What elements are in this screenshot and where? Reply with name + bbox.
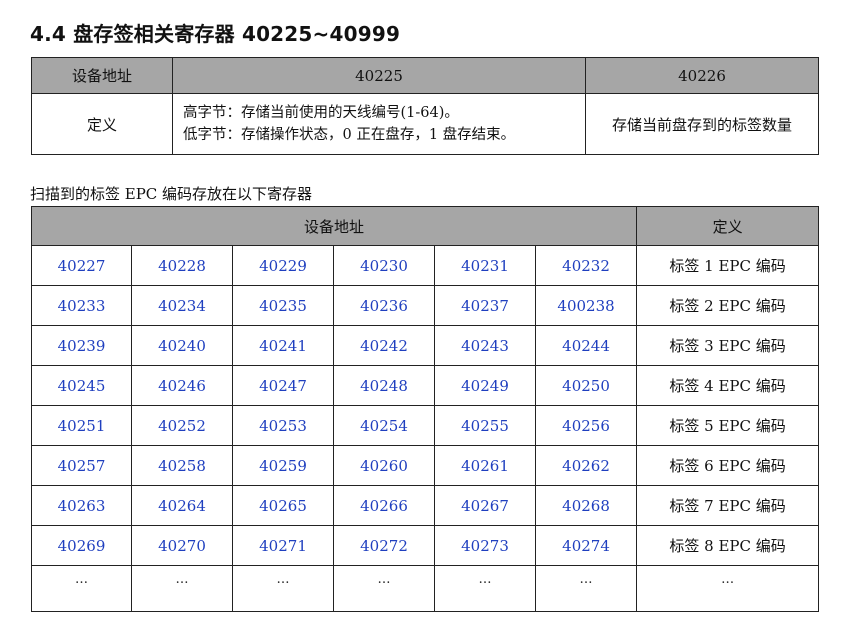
register-address-cell: 40227 bbox=[31, 245, 132, 286]
table-row: 40251 40252 40253 40254 40255 40256 标签 5 EPC 编… bbox=[31, 405, 820, 446]
register-address-cell: 40259 bbox=[232, 445, 334, 486]
register-address-cell: 40245 bbox=[31, 365, 132, 406]
table-row: 40245 40246 40247 40248 40249 40250 标签 4 EPC 编… bbox=[31, 365, 820, 406]
table1-row: 定义 高字节：存储当前使用的天线编号(1-64)。 低字节：存储操作状态，0 正… bbox=[31, 93, 819, 155]
register-address-cell: 400238 bbox=[534, 285, 638, 326]
register-address-cell: 40244 bbox=[534, 325, 638, 366]
register-definition-cell: 标签 5 EPC 编码 bbox=[636, 405, 820, 446]
register-address-cell: … bbox=[232, 565, 334, 612]
register-address-cell: 40271 bbox=[232, 525, 334, 566]
register-address-cell: 40247 bbox=[232, 365, 334, 406]
register-address-cell: 40240 bbox=[131, 325, 233, 366]
register-address-cell: 40241 bbox=[232, 325, 334, 366]
register-address-cell: 40270 bbox=[131, 525, 233, 566]
table-row: 40239 40240 40241 40242 40243 40244 标签 3 EPC 编… bbox=[31, 325, 820, 366]
inventory-register-table: 设备地址 40225 40226 定义 高字节：存储当前使用的天线编号(1-64… bbox=[31, 57, 819, 155]
register-definition-cell: 标签 2 EPC 编码 bbox=[636, 285, 820, 326]
table1-header-row: 设备地址 40225 40226 bbox=[31, 57, 819, 94]
table2-header-row: 设备地址 定义 bbox=[30, 206, 820, 246]
register-definition-cell: 标签 6 EPC 编码 bbox=[636, 445, 820, 486]
register-address-cell: 40269 bbox=[31, 525, 132, 566]
register-address-cell: 40273 bbox=[434, 525, 536, 566]
register-address-cell: 40248 bbox=[333, 365, 435, 406]
table1-row-desc: 高字节：存储当前使用的天线编号(1-64)。 低字节：存储操作状态，0 正在盘存… bbox=[172, 93, 586, 155]
register-definition-cell: 标签 1 EPC 编码 bbox=[636, 245, 820, 286]
register-address-cell: 40242 bbox=[333, 325, 435, 366]
epc-caption: 扫描到的标签 EPC 编码存放在以下寄存器 bbox=[30, 185, 313, 203]
register-address-cell: 40246 bbox=[131, 365, 233, 406]
register-address-cell: 40257 bbox=[31, 445, 132, 486]
table-row: 40269 40270 40271 40272 40273 40274 标签 8 EPC 编… bbox=[31, 525, 820, 566]
register-address-cell: 40229 bbox=[232, 245, 334, 286]
register-address-cell: 40234 bbox=[131, 285, 233, 326]
table-row: 40257 40258 40259 40260 40261 40262 标签 6 EPC 编… bbox=[31, 445, 820, 486]
table1-header-40225: 40225 bbox=[172, 57, 586, 94]
register-definition-cell: 标签 3 EPC 编码 bbox=[636, 325, 820, 366]
register-address-cell: … bbox=[131, 565, 233, 612]
register-address-cell: 40265 bbox=[232, 485, 334, 526]
register-definition-cell: 标签 7 EPC 编码 bbox=[636, 485, 820, 526]
register-address-cell: 40264 bbox=[131, 485, 233, 526]
desc-line-low-byte: 低字节：存储操作状态，0 正在盘存，1 盘存结束。 bbox=[183, 127, 516, 143]
register-address-cell: 40254 bbox=[333, 405, 435, 446]
register-address-cell: 40274 bbox=[534, 525, 638, 566]
register-address-cell: 40251 bbox=[31, 405, 132, 446]
register-address-cell: 40243 bbox=[434, 325, 536, 366]
register-definition-cell: … bbox=[636, 565, 820, 612]
register-address-cell: 40262 bbox=[534, 445, 638, 486]
register-address-cell: 40268 bbox=[534, 485, 638, 526]
register-address-cell: 40236 bbox=[333, 285, 435, 326]
register-address-cell: 40260 bbox=[333, 445, 435, 486]
table1-row-label: 定义 bbox=[31, 93, 173, 155]
register-address-cell: … bbox=[31, 565, 132, 612]
table1-header-40226: 40226 bbox=[585, 57, 819, 94]
epc-register-table: 设备地址 定义 40227 40228 40229 40230 40231 40232 标签… bbox=[30, 206, 820, 612]
register-address-cell: 40263 bbox=[31, 485, 132, 526]
register-address-cell: 40237 bbox=[434, 285, 536, 326]
register-address-cell: 40261 bbox=[434, 445, 536, 486]
register-address-cell: 40230 bbox=[333, 245, 435, 286]
table2-header-definition: 定义 bbox=[636, 206, 820, 246]
register-address-cell: 40252 bbox=[131, 405, 233, 446]
register-address-cell: 40255 bbox=[434, 405, 536, 446]
register-address-cell: 40267 bbox=[434, 485, 536, 526]
table1-header-address: 设备地址 bbox=[31, 57, 173, 94]
table1-row-desc-right: 存储当前盘存到的标签数量 bbox=[585, 93, 819, 155]
table2-header-address: 设备地址 bbox=[30, 206, 638, 246]
register-address-cell: 40266 bbox=[333, 485, 435, 526]
register-address-cell: 40233 bbox=[31, 285, 132, 326]
register-address-cell: 40250 bbox=[534, 365, 638, 406]
register-address-cell: … bbox=[534, 565, 638, 612]
register-address-cell: 40258 bbox=[131, 445, 233, 486]
register-address-cell: 40253 bbox=[232, 405, 334, 446]
desc-line-high-byte: 高字节：存储当前使用的天线编号(1-64)。 bbox=[183, 105, 459, 121]
register-address-cell: … bbox=[434, 565, 536, 612]
register-address-cell: 40235 bbox=[232, 285, 334, 326]
register-address-cell: 40256 bbox=[534, 405, 638, 446]
table-row: ………………… bbox=[31, 565, 820, 612]
register-address-cell: 40272 bbox=[333, 525, 435, 566]
register-definition-cell: 标签 4 EPC 编码 bbox=[636, 365, 820, 406]
table-row: 40227 40228 40229 40230 40231 40232 标签 1 EPC 编… bbox=[31, 245, 820, 286]
register-address-cell: 40232 bbox=[534, 245, 638, 286]
register-address-cell: … bbox=[333, 565, 435, 612]
table-row: 40263 40264 40265 40266 40267 40268 标签 7 EPC 编… bbox=[31, 485, 820, 526]
register-definition-cell: 标签 8 EPC 编码 bbox=[636, 525, 820, 566]
register-address-cell: 40231 bbox=[434, 245, 536, 286]
register-address-cell: 40228 bbox=[131, 245, 233, 286]
register-address-cell: 40239 bbox=[31, 325, 132, 366]
table2-body: 40227 40228 40229 40230 40231 40232 标签 1 EPC 编… bbox=[31, 245, 820, 612]
register-address-cell: 40249 bbox=[434, 365, 536, 406]
section-title: 4.4 盘存签相关寄存器 40225~40999 bbox=[30, 22, 401, 46]
table-row: 40233 40234 40235 40236 40237 400238 标签 2 EPC … bbox=[31, 285, 820, 326]
